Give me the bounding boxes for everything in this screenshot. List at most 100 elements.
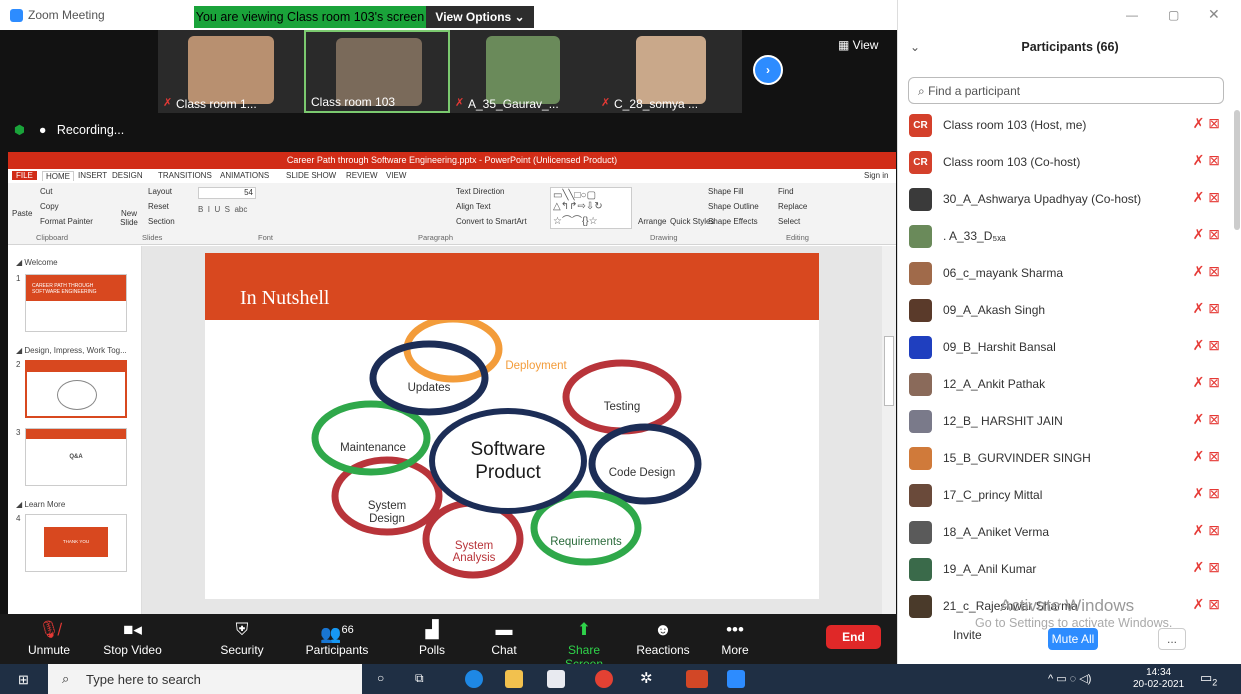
- end-meeting-button[interactable]: End: [826, 625, 881, 649]
- windows-start-icon[interactable]: ⊞: [18, 672, 29, 688]
- reset-button[interactable]: Reset: [148, 202, 169, 211]
- participants-button[interactable]: 👥66 Participants: [304, 617, 370, 657]
- participant-row[interactable]: 19_A_Anil Kumar ✗ ⊠: [898, 551, 1241, 588]
- menu-home[interactable]: HOME: [42, 171, 74, 181]
- edge-icon[interactable]: [465, 670, 483, 688]
- record-icon: ●: [38, 123, 47, 137]
- new-slide-button[interactable]: New Slide: [116, 209, 142, 227]
- align-text-button[interactable]: Align Text: [456, 202, 491, 211]
- share-arrow-icon: ⬆: [576, 620, 592, 639]
- participant-row[interactable]: 09_A_Akash Singh ✗ ⊠: [898, 292, 1241, 329]
- participant-row[interactable]: 30_A_Ashwarya Upadhyay (Co-host) ✗ ⊠: [898, 181, 1241, 218]
- menu-animations[interactable]: ANIMATIONS: [220, 171, 269, 180]
- task-view-icon[interactable]: ⧉: [415, 671, 424, 686]
- menu-slideshow[interactable]: SLIDE SHOW: [286, 171, 336, 180]
- menu-file[interactable]: FILE: [12, 171, 37, 180]
- find-button[interactable]: Find: [778, 187, 794, 196]
- section-button[interactable]: Section: [148, 217, 175, 226]
- participant-video: [636, 36, 706, 104]
- section-header[interactable]: ◢ Design, Impress, Work Tog...: [16, 346, 127, 355]
- slide-thumb-2[interactable]: [25, 360, 127, 418]
- section-header[interactable]: ◢ Learn More: [16, 500, 65, 509]
- shape-fill-button[interactable]: Shape Fill: [708, 187, 744, 196]
- scroll-thumb[interactable]: [884, 336, 894, 406]
- video-thumb-active[interactable]: Class room 103: [304, 30, 450, 113]
- participant-search-input[interactable]: ⌕ Find a participant: [908, 77, 1224, 104]
- petal-sysdesign-2: Design: [369, 513, 405, 525]
- chat-button[interactable]: ▬ Chat: [486, 617, 522, 657]
- participant-row[interactable]: 12_B_ HARSHIT JAIN ✗ ⊠: [898, 403, 1241, 440]
- cortana-icon[interactable]: ○: [377, 671, 384, 685]
- participant-row[interactable]: 15_B_GURVINDER SINGH ✗ ⊠: [898, 440, 1241, 477]
- share-screen-button[interactable]: ⬆Share Screen: [550, 617, 618, 671]
- menu-insert[interactable]: INSERT: [78, 171, 107, 180]
- slide-heading: In Nutshell: [240, 287, 330, 309]
- copy-button[interactable]: Copy: [40, 202, 59, 211]
- participant-row[interactable]: CR Class room 103 (Co-host) ✗ ⊠: [898, 144, 1241, 181]
- restore-icon[interactable]: ▢: [1168, 8, 1179, 22]
- bar-chart-icon: ▟: [425, 620, 439, 639]
- clock[interactable]: 14:34 20-02-2021: [1133, 667, 1184, 691]
- video-thumb[interactable]: ✗ A_35_Gaurav_...: [450, 30, 596, 113]
- invite-button[interactable]: Invite: [953, 628, 987, 642]
- smartart-button[interactable]: Convert to SmartArt: [456, 217, 527, 226]
- slide-thumb-4[interactable]: THANK YOU: [25, 514, 127, 572]
- participant-row[interactable]: 18_A_Aniket Verma ✗ ⊠: [898, 514, 1241, 551]
- powerpoint-icon[interactable]: [686, 670, 708, 688]
- replace-button[interactable]: Replace: [778, 202, 807, 211]
- unmute-button[interactable]: 🎙︎̸ Unmute: [24, 617, 74, 657]
- participant-row[interactable]: 17_C_princy Mittal ✗ ⊠: [898, 477, 1241, 514]
- participant-row[interactable]: . A_33_D₅ₓₐ ✗ ⊠: [898, 218, 1241, 255]
- shape-outline-button[interactable]: Shape Outline: [708, 202, 759, 211]
- panel-scrollbar[interactable]: [1234, 110, 1240, 230]
- layout-button[interactable]: Layout: [148, 187, 172, 196]
- video-thumb[interactable]: ✗ C_28_somya ...: [596, 30, 742, 113]
- view-button[interactable]: ▦ View: [838, 38, 878, 52]
- video-thumb[interactable]: ✗ Class room 1...: [158, 30, 304, 113]
- mute-all-button[interactable]: Mute All: [1048, 628, 1098, 650]
- panel-more-button[interactable]: ...: [1158, 628, 1186, 650]
- text-direction-button[interactable]: Text Direction: [456, 187, 504, 196]
- file-explorer-icon[interactable]: [505, 670, 523, 688]
- zoom-taskbar-icon[interactable]: [727, 670, 745, 688]
- participant-row[interactable]: 06_c_mayank Sharma ✗ ⊠: [898, 255, 1241, 292]
- system-tray-icons[interactable]: ^ ▭ ◌ ◁): [1048, 672, 1091, 685]
- settings-icon[interactable]: ✲: [640, 669, 653, 687]
- menu-view[interactable]: VIEW: [386, 171, 406, 180]
- slide-thumb-3[interactable]: Q&A: [25, 428, 127, 486]
- minimize-icon[interactable]: —: [1126, 8, 1138, 22]
- mic-off-icon: 🎙︎̸: [38, 620, 60, 639]
- muted-status-icon: ✗ ⊠: [1192, 115, 1220, 131]
- participant-row[interactable]: CR Class room 103 (Host, me) ✗ ⊠: [898, 107, 1241, 144]
- more-button[interactable]: ••• More: [718, 617, 752, 657]
- slide-thumb-1[interactable]: CAREER PATH THROUGH SOFTWARE ENGINEERING: [25, 274, 127, 332]
- cut-button[interactable]: Cut: [40, 187, 52, 196]
- section-header[interactable]: ◢ Welcome: [16, 258, 58, 267]
- format-painter-button[interactable]: Format Painter: [40, 217, 93, 226]
- signin-link[interactable]: Sign in: [864, 171, 888, 180]
- menu-transitions[interactable]: TRANSITIONS: [158, 171, 212, 180]
- notification-icon[interactable]: ▭2: [1200, 670, 1217, 688]
- close-icon[interactable]: ✕: [1208, 6, 1220, 23]
- security-button[interactable]: ⛨ Security: [214, 617, 270, 657]
- next-page-button[interactable]: ›: [753, 55, 783, 85]
- menu-review[interactable]: REVIEW: [346, 171, 378, 180]
- shapes-gallery[interactable]: ▭╲╲□○▢ △↰↱⇨⇩↻ ☆⌒⌒{}☆: [550, 187, 632, 229]
- participant-row[interactable]: 12_A_Ankit Pathak ✗ ⊠: [898, 366, 1241, 403]
- slide-scrollbar[interactable]: [882, 246, 896, 614]
- paste-button[interactable]: Paste: [12, 209, 32, 218]
- font-size-box[interactable]: 54: [198, 187, 256, 199]
- reactions-button[interactable]: ☻ Reactions: [636, 617, 690, 657]
- taskbar-search-input[interactable]: ⌕ Type here to search: [48, 664, 362, 694]
- chrome-icon[interactable]: [595, 670, 613, 688]
- view-options-button[interactable]: View Options ⌄: [426, 6, 534, 28]
- font-format-buttons[interactable]: B I U S abc: [198, 205, 247, 214]
- polls-button[interactable]: ▟ Polls: [412, 617, 452, 657]
- arrange-button[interactable]: Arrange: [638, 217, 666, 226]
- stop-video-button[interactable]: ■◂ Stop Video: [100, 617, 165, 657]
- shape-effects-button[interactable]: Shape Effects: [708, 217, 758, 226]
- menu-design[interactable]: DESIGN: [112, 171, 143, 180]
- participant-row[interactable]: 09_B_Harshit Bansal ✗ ⊠: [898, 329, 1241, 366]
- select-button[interactable]: Select: [778, 217, 800, 226]
- store-icon[interactable]: [547, 670, 565, 688]
